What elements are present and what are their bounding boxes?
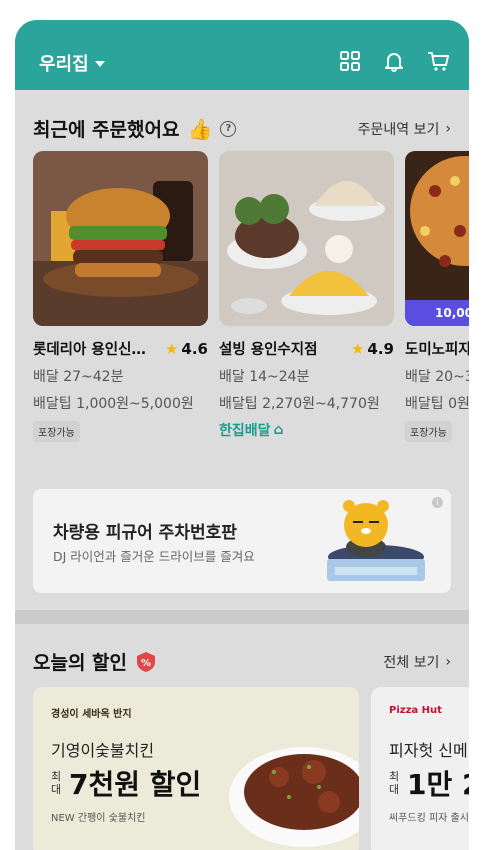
discount-badge: 10,00: [405, 300, 469, 326]
delivery-tip: 배달팁 2,270원~4,770원: [219, 396, 380, 412]
rating-value: 4.6: [181, 339, 208, 358]
app-screen: 우리집 최근에 주문했어요 👍 ? 주문내역 보기 › 롯데리아 용인신… ★ …: [15, 20, 469, 850]
help-icon[interactable]: ?: [220, 120, 237, 137]
view-all-link[interactable]: 전체 보기 ›: [383, 652, 451, 672]
order-history-label: 주문내역 보기: [357, 121, 440, 138]
deal-amount: 7천원 할인: [69, 768, 202, 801]
deal-store-name: 피자헛 신메: [389, 741, 468, 760]
recent-order-card[interactable]: 10,00 도미노피자 배달 20~3 배달팁 0원 포장가능: [405, 151, 469, 442]
deal-note: NEW 간펭이 숯불치킨: [51, 813, 146, 824]
takeout-badge: 포장가능: [405, 421, 452, 442]
rating: ★ 4.6: [165, 340, 208, 358]
discount-title: 오늘의 할인: [33, 652, 128, 674]
section-divider: [15, 610, 469, 624]
delivery-tip: 배달팁 0원: [405, 396, 469, 412]
chevron-down-icon: [94, 61, 105, 67]
discount-header: 오늘의 할인 % 전체 보기 ›: [33, 648, 451, 675]
burger-image: [33, 151, 208, 326]
banner-subtitle: DJ 라이언과 즐거운 드라이브를 즐겨요: [53, 549, 255, 564]
banner-title: 차량용 피규어 주차번호판: [53, 523, 237, 543]
house-icon: ⌂: [273, 422, 284, 438]
store-name: 설빙 용인수지점: [219, 342, 318, 358]
recent-order-card[interactable]: 설빙 용인수지점 ★ 4.9 배달 14~24분 배달팁 2,270원~4,770…: [219, 151, 394, 440]
recent-orders-header: 최근에 주문했어요 👍 ? 주문내역 보기 ›: [33, 115, 451, 142]
grid-icon[interactable]: [339, 50, 361, 72]
view-all-label: 전체 보기: [383, 654, 440, 671]
cart-icon[interactable]: [427, 50, 451, 72]
store-name: 롯데리아 용인신…: [33, 342, 146, 358]
order-history-link[interactable]: 주문내역 보기 ›: [358, 119, 451, 139]
discount-shield-icon: %: [137, 651, 156, 672]
single-delivery-badge: 한집배달 ⌂: [219, 420, 394, 440]
recent-order-card[interactable]: 롯데리아 용인신… ★ 4.6 배달 27~42분 배달팁 1,000원~5,00…: [33, 151, 208, 442]
ryan-figure-image: [327, 500, 425, 581]
brand-logo: Pizza Hut: [389, 705, 442, 716]
takeout-badge: 포장가능: [33, 421, 80, 442]
delivery-tip: 배달팁 1,000원~5,000원: [33, 396, 194, 412]
rating: ★ 4.9: [351, 340, 394, 358]
deal-max-label: 최대: [51, 770, 62, 796]
delivery-time: 배달 14~24분: [219, 369, 310, 385]
delivery-time: 배달 27~42분: [33, 369, 124, 385]
bell-icon[interactable]: [383, 50, 405, 72]
store-name: 도미노피자: [405, 342, 469, 358]
deal-note: 씨푸드킹 피자 출시: [389, 813, 469, 824]
deal-card[interactable]: Pizza Hut 피자헛 신메 최대 1만 2 씨푸드킹 피자 출시: [371, 687, 469, 850]
thumbs-up-icon: 👍: [187, 116, 213, 141]
pizza-image: 10,00: [405, 151, 469, 326]
star-icon: ★: [350, 339, 365, 358]
bingsu-image: [219, 151, 394, 326]
chicken-image: [229, 747, 359, 847]
deal-max-label: 최대: [389, 770, 400, 796]
deal-card[interactable]: 경성이 세바옥 반지 기영이숯불치킨 최대 7천원 할인 NEW 간펭이 숯불치…: [33, 687, 359, 850]
svg-text:%: %: [141, 658, 151, 669]
recent-orders-title: 최근에 주문했어요: [33, 119, 180, 141]
discount-amount: 10,00: [435, 306, 469, 320]
deal-store-name: 기영이숯불치킨: [51, 741, 155, 760]
location-selector[interactable]: 우리집: [39, 50, 105, 76]
deal-amount: 1만 2: [407, 768, 469, 801]
chevron-right-icon: ›: [445, 653, 451, 670]
ad-banner[interactable]: 차량용 피규어 주차번호판 DJ 라이언과 즐거운 드라이브를 즐겨요 i: [33, 489, 451, 593]
single-delivery-label: 한집배달: [219, 423, 271, 439]
top-bar: 우리집: [15, 20, 469, 90]
info-icon[interactable]: i: [432, 497, 443, 508]
rating-value: 4.9: [367, 339, 394, 358]
delivery-time: 배달 20~3: [405, 369, 469, 385]
star-icon: ★: [164, 339, 179, 358]
chevron-right-icon: ›: [445, 120, 451, 137]
location-label: 우리집: [39, 54, 89, 75]
brand-logo: 경성이 세바옥 반지: [51, 709, 132, 720]
